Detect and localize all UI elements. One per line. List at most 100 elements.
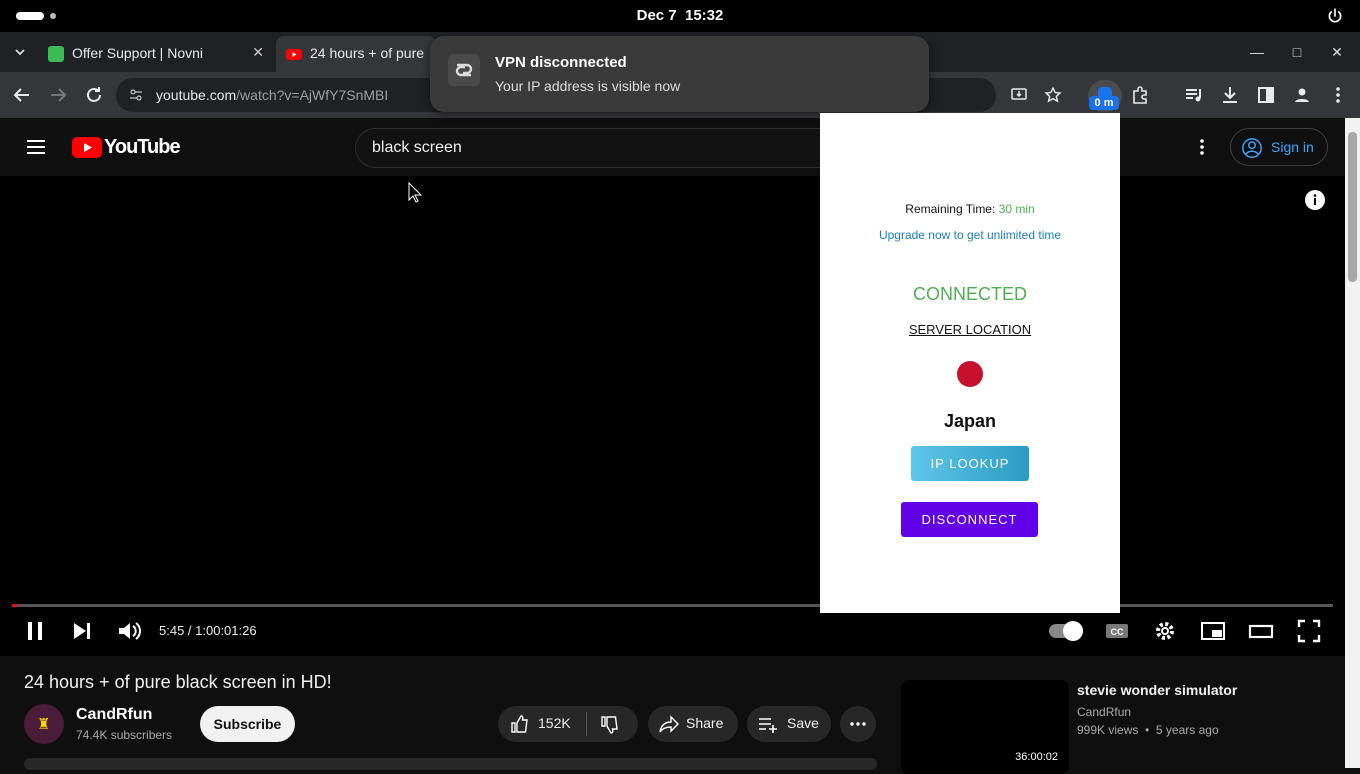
site-info-icon[interactable] — [128, 87, 144, 103]
notification-body: Your IP address is visible now — [495, 78, 681, 94]
recommended-channel[interactable]: CandRfun — [1077, 705, 1131, 719]
settings-more-icon[interactable] — [1190, 135, 1214, 159]
autoplay-knob — [1063, 621, 1083, 641]
share-icon — [659, 715, 679, 733]
mouse-cursor-icon — [408, 182, 423, 203]
downloads-icon[interactable] — [1218, 83, 1242, 107]
remaining-time: Remaining Time: 30 min — [820, 202, 1120, 216]
svg-text:CC: CC — [1111, 627, 1124, 637]
video-player[interactable]: 5:45 / 1:00:01:26 CC — [0, 176, 1345, 656]
novni-favicon-icon — [48, 46, 64, 62]
youtube-header: YouTube black screen Sign in — [0, 118, 1345, 176]
share-label: Share — [686, 715, 724, 731]
profile-icon[interactable] — [1290, 83, 1314, 107]
connection-status: CONNECTED — [912, 284, 1027, 304]
minimize-icon[interactable]: — — [1245, 40, 1269, 64]
url-path: /watch?v=AjWfY7SnMBI — [236, 87, 389, 103]
share-button[interactable]: Share — [648, 706, 738, 742]
forward-icon[interactable] — [46, 83, 70, 107]
video-duration: 36:00:02 — [1012, 750, 1061, 764]
hamburger-menu-icon[interactable] — [24, 135, 48, 159]
media-control-icon[interactable] — [1182, 83, 1206, 107]
like-icon[interactable] — [510, 714, 530, 734]
playlist-add-icon — [759, 718, 777, 733]
os-date: Dec 7 — [636, 7, 677, 24]
page-scrollbar[interactable] — [1345, 118, 1360, 768]
save-button[interactable]: Save — [747, 706, 831, 742]
like-divider — [586, 712, 587, 736]
miniplayer-icon[interactable] — [1199, 617, 1227, 645]
url-text: youtube.com/watch?v=AjWfY7SnMBI — [156, 87, 388, 103]
subscribe-button[interactable]: Subscribe — [200, 706, 295, 742]
recommended-views: 999K views — [1077, 723, 1139, 737]
next-video-icon[interactable] — [68, 617, 96, 645]
tab-offer-support[interactable]: Offer Support | Novni ✕ — [38, 36, 274, 72]
vpn-popup: Remaining Time: 30 min Upgrade now to ge… — [820, 113, 1120, 613]
server-location-link[interactable]: SERVER LOCATION — [820, 322, 1120, 337]
dislike-icon[interactable] — [600, 715, 620, 735]
captions-icon[interactable]: CC — [1103, 617, 1131, 645]
vpn-notification[interactable]: VPN disconnected Your IP address is visi… — [430, 36, 929, 112]
disconnect-button[interactable]: DISCONNECT — [901, 502, 1038, 537]
close-window-icon[interactable]: ✕ — [1325, 40, 1349, 64]
bookmark-star-icon[interactable] — [1044, 86, 1062, 104]
description-box[interactable] — [24, 758, 877, 770]
browser-menu-icon[interactable] — [1326, 83, 1350, 107]
search-input[interactable]: black screen — [355, 128, 825, 168]
theater-mode-icon[interactable] — [1247, 617, 1275, 645]
like-dislike-group: 152K — [498, 706, 638, 742]
youtube-logo[interactable]: YouTube — [72, 136, 181, 159]
channel-name[interactable]: CandRfun — [76, 706, 152, 724]
more-actions-button[interactable] — [840, 706, 876, 742]
recommended-age: 5 years ago — [1155, 723, 1219, 737]
upgrade-link[interactable]: Upgrade now to get unlimited time — [820, 228, 1120, 242]
japan-flag-icon — [957, 361, 983, 387]
ip-lookup-button[interactable]: IP LOOKUP — [911, 446, 1029, 481]
url-host: youtube.com — [156, 87, 237, 103]
search-value: black screen — [372, 139, 462, 156]
recommended-thumbnail[interactable]: 36:00:02 — [901, 680, 1069, 774]
recommended-title[interactable]: stevie wonder simulator — [1077, 682, 1237, 698]
extension-badge: 0 m — [1089, 96, 1119, 110]
progress-bar[interactable] — [12, 604, 1333, 607]
os-clock[interactable]: Dec 7 15:32 — [0, 7, 1360, 24]
channel-avatar[interactable]: ♜ — [24, 704, 64, 744]
server-country: Japan — [943, 411, 997, 431]
youtube-favicon-icon — [286, 49, 302, 60]
notification-title: VPN disconnected — [495, 54, 627, 71]
tab-youtube[interactable]: 24 hours + of pure — [276, 36, 436, 72]
avatar-glyph: ♜ — [37, 716, 51, 733]
youtube-play-logo-icon — [72, 137, 102, 158]
extensions-puzzle-icon[interactable] — [1129, 83, 1153, 107]
os-top-bar: Dec 7 15:32 — [0, 0, 1360, 32]
time-display: 5:45 / 1:00:01:26 — [159, 623, 257, 638]
settings-gear-icon[interactable] — [1151, 617, 1179, 645]
fullscreen-icon[interactable] — [1295, 617, 1323, 645]
video-details: 24 hours + of pure black screen in HD! ♜… — [0, 656, 1345, 774]
remaining-value: 30 min — [998, 202, 1035, 216]
info-icon[interactable] — [1304, 189, 1326, 211]
progress-fill — [12, 604, 18, 607]
recommended-meta: 999K views • 5 years ago — [1077, 723, 1219, 737]
os-time: 15:32 — [685, 7, 724, 24]
reload-icon[interactable] — [82, 83, 106, 107]
side-panel-icon[interactable] — [1254, 83, 1278, 107]
close-tab-icon[interactable]: ✕ — [252, 44, 264, 61]
scrollbar-thumb[interactable] — [1348, 132, 1357, 282]
youtube-logo-text: YouTube — [104, 136, 181, 158]
install-app-icon[interactable] — [1010, 86, 1028, 104]
vpn-app-icon — [448, 54, 480, 86]
tab-title: 24 hours + of pure — [310, 45, 425, 61]
back-icon[interactable] — [10, 83, 34, 107]
sign-in-button[interactable]: Sign in — [1230, 128, 1328, 166]
remaining-label: Remaining Time: — [905, 202, 996, 216]
maximize-icon[interactable]: □ — [1285, 40, 1309, 64]
subscriber-count: 74.4K subscribers — [76, 728, 173, 742]
autoplay-toggle[interactable] — [1049, 621, 1083, 641]
pause-icon[interactable] — [21, 617, 49, 645]
volume-icon[interactable] — [115, 617, 143, 645]
like-count: 152K — [538, 715, 571, 731]
save-label: Save — [787, 715, 819, 731]
tab-search-chevron-icon[interactable] — [12, 44, 28, 60]
power-icon[interactable] — [1326, 7, 1344, 25]
